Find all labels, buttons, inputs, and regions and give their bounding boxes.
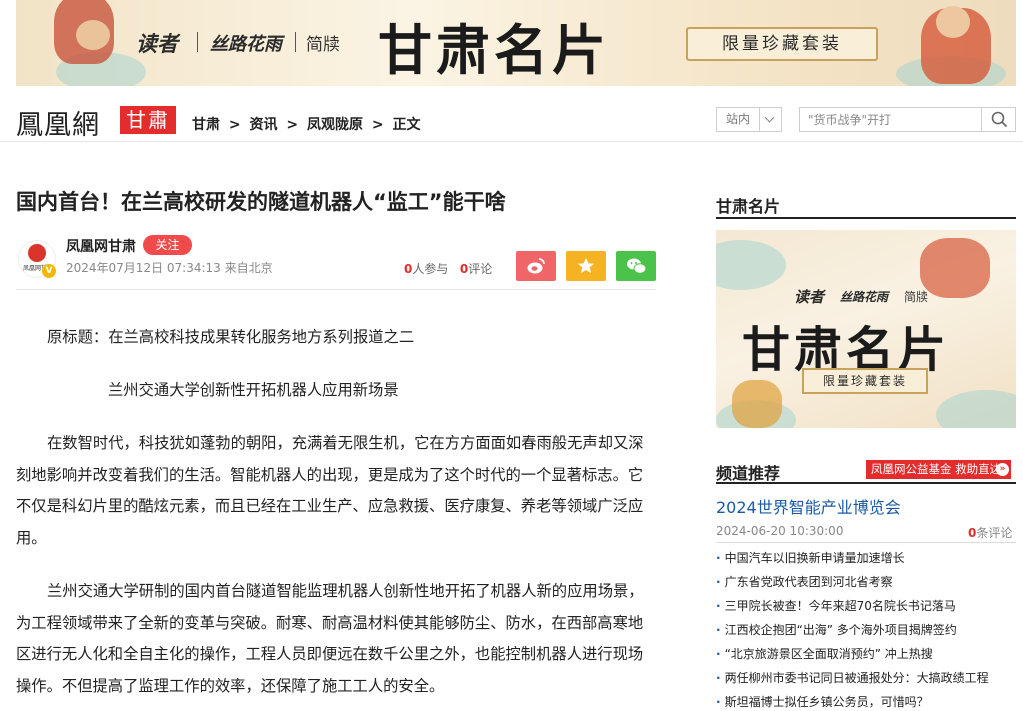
search-scope-select[interactable]: 站内	[716, 107, 782, 132]
charity-fund-link[interactable]: 凤凰网公益基金 救助直达 »	[866, 460, 1011, 479]
article-paragraph: 在数智时代，科技犹如蓬勃的朝阳，充满着无限生机，它在方方面面如春雨般无声却又深刻…	[16, 434, 644, 547]
banner-badge: 限量珍藏套装	[686, 27, 878, 61]
publish-datetime: 2024年07月12日 07:34:13 来自北京	[66, 261, 273, 275]
article-paragraph-origin: 原标题：在兰高校科技成果转化服务地方系列报道之二	[47, 328, 415, 346]
breadcrumb: 甘肃 > 资讯 > 凤观陇原 > 正文	[192, 114, 424, 134]
banner-apsara-face-left	[76, 20, 110, 50]
banner-brand-duzhe: 读者	[136, 31, 178, 56]
banner-divider	[295, 32, 296, 52]
comments-count[interactable]: 0评论	[460, 262, 492, 276]
site-navbar: 鳳凰網 甘肅 甘肃 > 资讯 > 凤观陇原 > 正文 站内	[0, 100, 1023, 142]
author-name[interactable]: 凤凰网甘肃	[66, 236, 136, 256]
wechat-icon	[627, 258, 647, 274]
top-banner-ad[interactable]: 读者 丝路花雨 简牍 甘肃名片 限量珍藏套装	[16, 0, 1016, 86]
promo-brand-sichou: 丝路花雨	[840, 290, 889, 304]
charity-fund-label: 凤凰网公益基金 救助直达	[871, 462, 1002, 476]
promo-brand-jiandu: 简牍	[904, 290, 929, 304]
weibo-icon	[527, 258, 545, 274]
feature-article-link[interactable]: 2024世界智能产业博览会	[716, 494, 901, 518]
chevron-down-icon[interactable]	[759, 108, 781, 131]
breadcrumb-item-gansu[interactable]: 甘肃	[192, 117, 220, 133]
promo-cloud	[716, 240, 786, 290]
news-list-item[interactable]: 江西校企抱团“出海” 多个海外项目揭牌签约	[716, 620, 1016, 644]
promo-apsara-figure	[920, 238, 990, 298]
news-list-item[interactable]: 斯坦福博士拟任乡镇公务员，可惜吗？	[716, 692, 1016, 711]
search-button[interactable]	[981, 108, 1015, 131]
site-region-logo[interactable]: 甘肅	[120, 106, 176, 134]
article-stats: 0人参与 0评论	[404, 260, 492, 277]
follow-button[interactable]: 关注	[143, 235, 192, 255]
chevron-right-icon: »	[996, 463, 1009, 476]
breadcrumb-separator: >	[371, 117, 384, 133]
sidebar-divider	[716, 542, 1016, 543]
search-scope-value: 站内	[726, 112, 751, 126]
sidebar-promo-image[interactable]: 读者 丝路花雨 简牍 甘肃名片 限量珍藏套装	[716, 230, 1016, 428]
breadcrumb-separator: >	[228, 117, 241, 133]
promo-brand-duzhe: 读者	[794, 288, 825, 306]
banner-title: 甘肃名片	[378, 18, 610, 82]
banner-brand-jiandu: 简牍	[306, 35, 340, 55]
verified-icon: V	[42, 264, 56, 278]
share-wechat-button[interactable]	[616, 251, 656, 281]
breadcrumb-item-column[interactable]: 凤观陇原	[307, 117, 363, 133]
news-list-item[interactable]: 广东省党政代表团到河北省考察	[716, 572, 1016, 596]
news-list-item[interactable]: 两任柳州市委书记同日被通报处分：大搞政绩工程	[716, 668, 1016, 692]
search-icon	[991, 111, 1008, 128]
sidebar-heading-rule	[716, 482, 1016, 484]
feature-date: 2024-06-20 10:30:00	[716, 524, 844, 538]
breadcrumb-item-current: 正文	[392, 117, 421, 133]
site-logo[interactable]: 鳳凰網	[16, 103, 100, 142]
favorite-button[interactable]	[566, 251, 606, 281]
article-subtitle: 兰州交通大学创新性开拓机器人应用新场景	[108, 381, 399, 399]
sidebar-card-heading: 甘肃名片	[716, 197, 781, 216]
news-list-item[interactable]: 三甲院长被查！今年来超70名院长书记落马	[716, 596, 1016, 620]
breadcrumb-separator: >	[286, 117, 299, 133]
participants-count[interactable]: 0人参与	[404, 262, 448, 276]
search-input[interactable]	[800, 108, 980, 131]
promo-cloud	[936, 390, 1016, 428]
breadcrumb-item-news[interactable]: 资讯	[249, 117, 277, 133]
promo-badge: 限量珍藏套装	[802, 368, 928, 394]
share-weibo-button[interactable]	[516, 251, 556, 281]
news-list-item[interactable]: 中国汽车以旧换新申请量加速增长	[716, 548, 1016, 572]
feature-comments[interactable]: 0条评论	[968, 524, 1012, 541]
article-title: 国内首台！在兰高校研发的隧道机器人“监工”能干啥	[16, 190, 506, 214]
phoenix-logo-icon	[28, 244, 46, 262]
article-header-divider	[16, 289, 656, 290]
article-paragraph: 兰州交通大学研制的国内首台隧道智能监理机器人创新性地开拓了机器人新的应用场景，为…	[16, 582, 644, 695]
promo-apsara-figure	[732, 380, 782, 428]
banner-brand-sichou: 丝路花雨	[210, 34, 282, 55]
banner-divider	[197, 32, 198, 52]
sidebar-heading-rule	[716, 217, 1016, 219]
recommended-news-list: 中国汽车以旧换新申请量加速增长 广东省党政代表团到河北省考察 三甲院长被查！今年…	[716, 548, 1016, 711]
news-list-item[interactable]: “北京旅游景区全面取消预约” 冲上热搜	[716, 644, 1016, 668]
banner-apsara-face-right	[936, 6, 970, 38]
channel-recommend-heading: 频道推荐	[716, 464, 781, 483]
search-box	[799, 107, 1016, 132]
star-icon	[578, 258, 594, 273]
